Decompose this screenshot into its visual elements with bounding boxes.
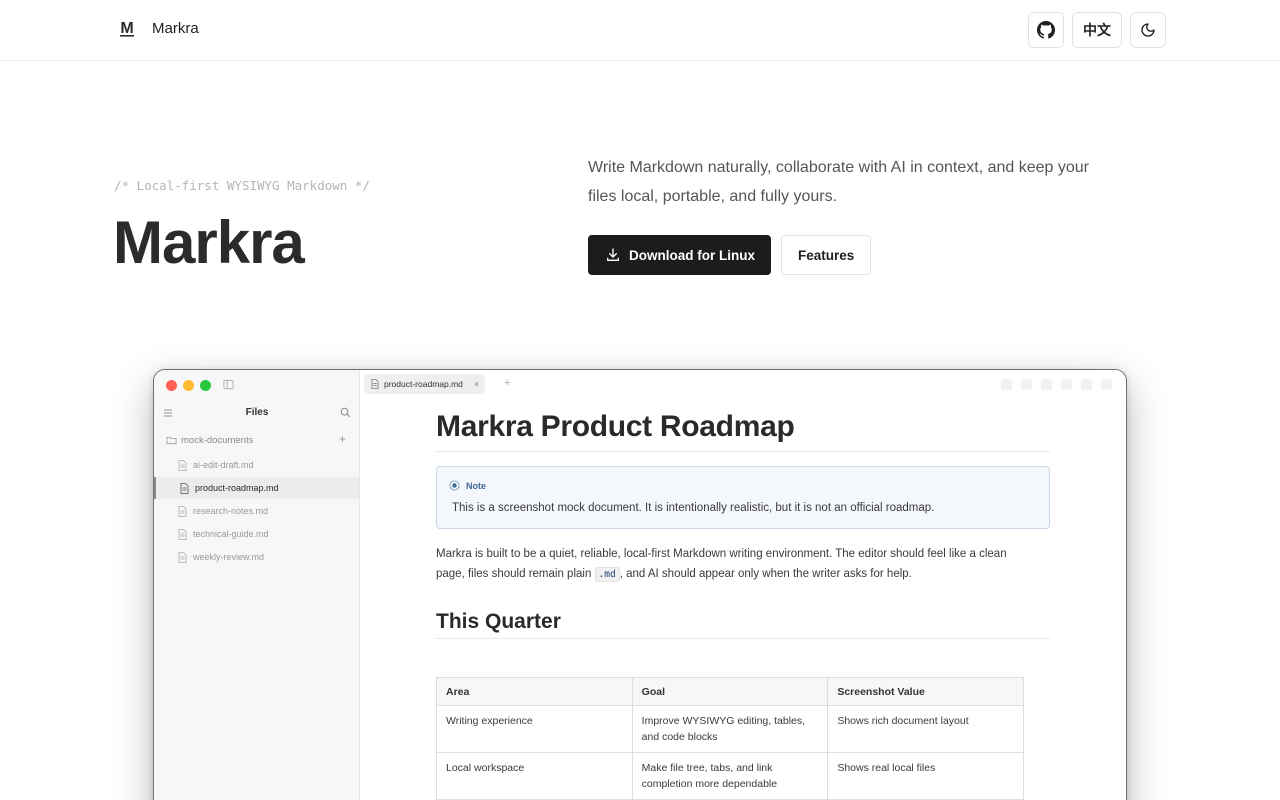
file-name: research-notes.md — [193, 506, 269, 516]
table-header-cell: Area — [436, 677, 633, 706]
markra-logo-icon: M — [120, 20, 134, 37]
table-header-cell: Goal — [631, 677, 829, 706]
note-text: This is a screenshot mock document. It i… — [452, 502, 935, 514]
table-row: Local workspace Make file tree, tabs, an… — [436, 752, 1024, 800]
download-button[interactable]: Download for Linux — [588, 235, 771, 275]
table-cell: Local workspace — [436, 752, 633, 800]
language-button[interactable]: 中文 — [1072, 12, 1122, 48]
file-icon — [371, 379, 379, 389]
file-name: weekly-review.md — [193, 552, 265, 562]
tab-bar: product-roadmap.md × + — [360, 370, 1126, 398]
brand-name: Markra — [152, 19, 199, 37]
file-icon — [180, 482, 189, 494]
file-name: ai-edit-draft.md — [193, 460, 254, 470]
toolbar-icon[interactable] — [1021, 379, 1032, 390]
intro-paragraph: Markra is built to be a quiet, reliable,… — [436, 545, 1036, 584]
folder-icon — [166, 436, 177, 445]
folder-name: mock-documents — [181, 434, 254, 446]
file-item[interactable]: technical-guide.md — [154, 523, 359, 545]
table-cell: Shows rich document layout — [827, 705, 1024, 753]
file-item[interactable]: ai-edit-draft.md — [154, 454, 359, 476]
brand[interactable]: M Markra — [118, 18, 199, 38]
info-icon — [449, 480, 460, 491]
tab-product-roadmap[interactable]: product-roadmap.md × — [364, 374, 486, 394]
file-item[interactable]: weekly-review.md — [154, 546, 359, 568]
file-item[interactable]: research-notes.md — [154, 500, 359, 522]
window-controls — [166, 380, 211, 391]
roadmap-table: Area Goal Screenshot Value Writing exper… — [436, 677, 1024, 800]
file-icon — [178, 551, 187, 563]
github-icon — [1037, 21, 1055, 39]
paragraph-text: , and AI should appear only when the wri… — [619, 567, 912, 580]
toolbar-icon[interactable] — [1081, 379, 1092, 390]
hero-description: Write Markdown naturally, collaborate wi… — [588, 159, 1089, 205]
hero-buttons: Download for Linux Features — [588, 235, 872, 275]
file-name: technical-guide.md — [193, 529, 269, 539]
theme-toggle-button[interactable] — [1130, 12, 1166, 48]
nav-actions: 中文 — [1028, 12, 1166, 48]
download-label: Download for Linux — [629, 247, 755, 263]
table-cell: Make file tree, tabs, and link completio… — [631, 752, 829, 800]
close-tab-icon[interactable]: × — [474, 379, 479, 389]
document-title: Markra Product Roadmap — [436, 410, 1050, 452]
file-item-active[interactable]: product-roadmap.md — [154, 477, 359, 499]
toolbar-icon[interactable] — [1061, 379, 1072, 390]
app-preview-window: Files mock-documents + ai-edit-draft.md … — [153, 369, 1127, 800]
search-icon[interactable] — [340, 407, 351, 418]
features-button[interactable]: Features — [781, 235, 872, 275]
table-cell: Improve WYSIWYG editing, tables, and cod… — [631, 705, 829, 753]
toolbar-icon[interactable] — [1041, 379, 1052, 390]
table-header-row: Area Goal Screenshot Value — [436, 677, 1024, 706]
top-nav: M Markra 中文 — [0, 0, 1280, 61]
editor-toolbar — [1001, 379, 1112, 390]
sidebar-header: Files — [154, 404, 360, 424]
tab-label: product-roadmap.md — [384, 379, 463, 389]
file-icon — [178, 459, 187, 471]
download-icon — [607, 248, 619, 261]
table-header-cell: Screenshot Value — [827, 677, 1024, 706]
toolbar-icon[interactable] — [1101, 379, 1112, 390]
new-file-icon[interactable]: + — [339, 433, 346, 445]
note-header: Note — [449, 480, 486, 491]
table-row: Writing experience Improve WYSIWYG editi… — [436, 705, 1024, 753]
sidebar-title: Files — [245, 407, 269, 418]
note-label: Note — [466, 480, 486, 491]
folder-mock-documents[interactable]: mock-documents + — [166, 433, 346, 447]
file-name: product-roadmap.md — [195, 483, 279, 493]
close-window-dot[interactable] — [166, 380, 177, 391]
note-callout: Note This is a screenshot mock document.… — [436, 466, 1050, 529]
add-tab-icon[interactable]: + — [504, 377, 510, 389]
toolbar-icon[interactable] — [1001, 379, 1012, 390]
hero-comment: /* Local-first WYSIWYG Markdown */ — [114, 178, 370, 193]
github-button[interactable] — [1028, 12, 1064, 48]
minimize-window-dot[interactable] — [183, 380, 194, 391]
document[interactable]: Markra Product Roadmap Note This is a sc… — [436, 410, 1050, 800]
editor-pane: product-roadmap.md × + Markra Product Ro… — [360, 370, 1126, 800]
sidebar-toggle-icon[interactable] — [223, 379, 234, 390]
hero-title: Markra — [113, 209, 305, 276]
file-icon — [178, 505, 187, 517]
table-cell: Writing experience — [436, 705, 633, 753]
svg-text:M: M — [120, 20, 133, 37]
maximize-window-dot[interactable] — [200, 380, 211, 391]
section-heading: This Quarter — [436, 610, 1050, 639]
file-icon — [178, 528, 187, 540]
table-cell: Shows real local files — [827, 752, 1024, 800]
moon-icon — [1141, 23, 1155, 37]
file-sidebar: Files mock-documents + ai-edit-draft.md … — [154, 370, 360, 800]
inline-code: .md — [594, 566, 620, 582]
